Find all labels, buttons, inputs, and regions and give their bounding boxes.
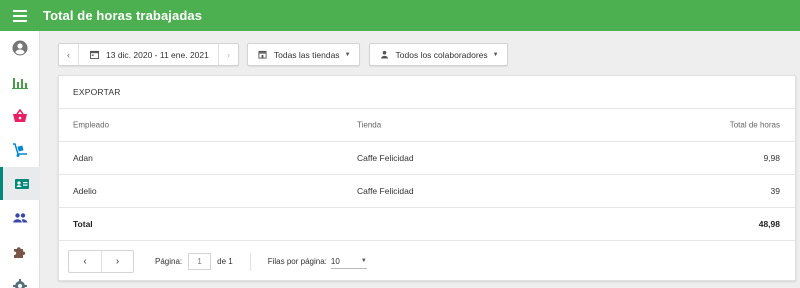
hours-cell: 39 xyxy=(770,186,780,196)
menu-button[interactable] xyxy=(0,0,40,31)
people-icon xyxy=(13,212,28,222)
table-header-row: Empleado Tienda Total de horas xyxy=(59,109,795,142)
store-cell: Caffe Felicidad xyxy=(357,186,414,196)
hours-report-card: EXPORTAR Empleado Tienda Total de horas … xyxy=(58,75,796,281)
stores-label: Todas las tiendas xyxy=(273,49,340,60)
date-range-button[interactable]: 13 dic. 2020 - 11 ene. 2021 xyxy=(79,44,218,65)
column-header-store[interactable]: Tienda xyxy=(357,121,381,130)
page-nav-group: ‹ › xyxy=(68,250,134,273)
collaborators-dropdown[interactable]: Todos los colaboradores ▼ xyxy=(368,43,508,66)
date-range-picker: ‹ 13 dic. 2020 - 11 ene. 2021 › xyxy=(58,43,239,66)
hours-cell: 9,98 xyxy=(763,153,780,163)
total-value: 48,98 xyxy=(758,219,780,229)
sidebar-item-account[interactable] xyxy=(0,31,40,64)
rows-per-page-select[interactable]: 10 ▼ xyxy=(330,255,367,269)
prev-period-button[interactable]: ‹ xyxy=(59,44,79,65)
chevron-down-icon: ▼ xyxy=(492,51,499,58)
chevron-down-icon: ▼ xyxy=(344,51,351,58)
table-row[interactable]: Adelio Caffe Felicidad 39 xyxy=(59,175,795,208)
page-number-input[interactable]: 1 xyxy=(188,253,212,270)
export-label: EXPORTAR xyxy=(73,87,121,97)
export-button[interactable]: EXPORTAR xyxy=(59,76,795,109)
table-row[interactable]: Adan Caffe Felicidad 9,98 xyxy=(59,142,795,175)
account-circle-icon xyxy=(12,40,28,55)
table-total-row: Total 48,98 xyxy=(59,208,795,241)
basket-icon xyxy=(13,108,27,122)
calendar-icon xyxy=(90,50,99,59)
sidebar-item-employees[interactable] xyxy=(0,167,40,200)
hamburger-menu-icon xyxy=(13,9,27,22)
chevron-down-icon: ▼ xyxy=(360,258,367,264)
prev-page-button[interactable]: ‹ xyxy=(69,251,101,272)
next-period-button[interactable]: › xyxy=(217,44,238,65)
column-header-employee[interactable]: Empleado xyxy=(73,121,109,130)
next-page-button[interactable]: › xyxy=(101,251,133,272)
sidebar-item-settings[interactable] xyxy=(0,269,40,288)
store-icon xyxy=(258,50,267,59)
sidebar-item-integrations[interactable] xyxy=(0,235,40,268)
stores-dropdown[interactable]: Todas las tiendas ▼ xyxy=(246,43,360,66)
rows-per-page-value: 10 xyxy=(330,256,340,266)
pagination-bar: ‹ › Página: 1 de 1 Filas por página: 10 … xyxy=(59,242,795,281)
bar-chart-icon xyxy=(12,77,28,89)
puzzle-icon xyxy=(14,246,26,258)
total-label: Total xyxy=(73,219,93,229)
hand-truck-icon xyxy=(13,142,27,157)
rows-per-page-label: Filas por página: xyxy=(267,257,327,266)
divider xyxy=(249,252,251,271)
collaborators-label: Todos los colaboradores xyxy=(395,49,488,60)
badge-icon xyxy=(14,178,29,189)
sidebar-item-inventory[interactable] xyxy=(0,133,40,166)
sidebar xyxy=(0,31,40,288)
sidebar-item-clients[interactable] xyxy=(0,201,40,234)
filters-toolbar: ‹ 13 dic. 2020 - 11 ene. 2021 › Todas la… xyxy=(58,43,508,66)
sidebar-item-reports[interactable] xyxy=(0,65,40,98)
employee-cell: Adan xyxy=(73,153,93,163)
page-label: Página: xyxy=(155,257,183,266)
app-bar: Total de horas trabajadas xyxy=(0,0,800,31)
page-title: Total de horas trabajadas xyxy=(43,8,203,23)
page-count: de 1 xyxy=(217,257,233,266)
column-header-total-hours[interactable]: Total de horas xyxy=(730,121,780,130)
sidebar-item-sales[interactable] xyxy=(0,99,40,132)
settings-icon xyxy=(13,278,27,288)
date-range-label: 13 dic. 2020 - 11 ene. 2021 xyxy=(106,49,209,60)
store-cell: Caffe Felicidad xyxy=(357,153,414,163)
person-icon xyxy=(380,50,388,59)
employee-cell: Adelio xyxy=(73,186,97,196)
